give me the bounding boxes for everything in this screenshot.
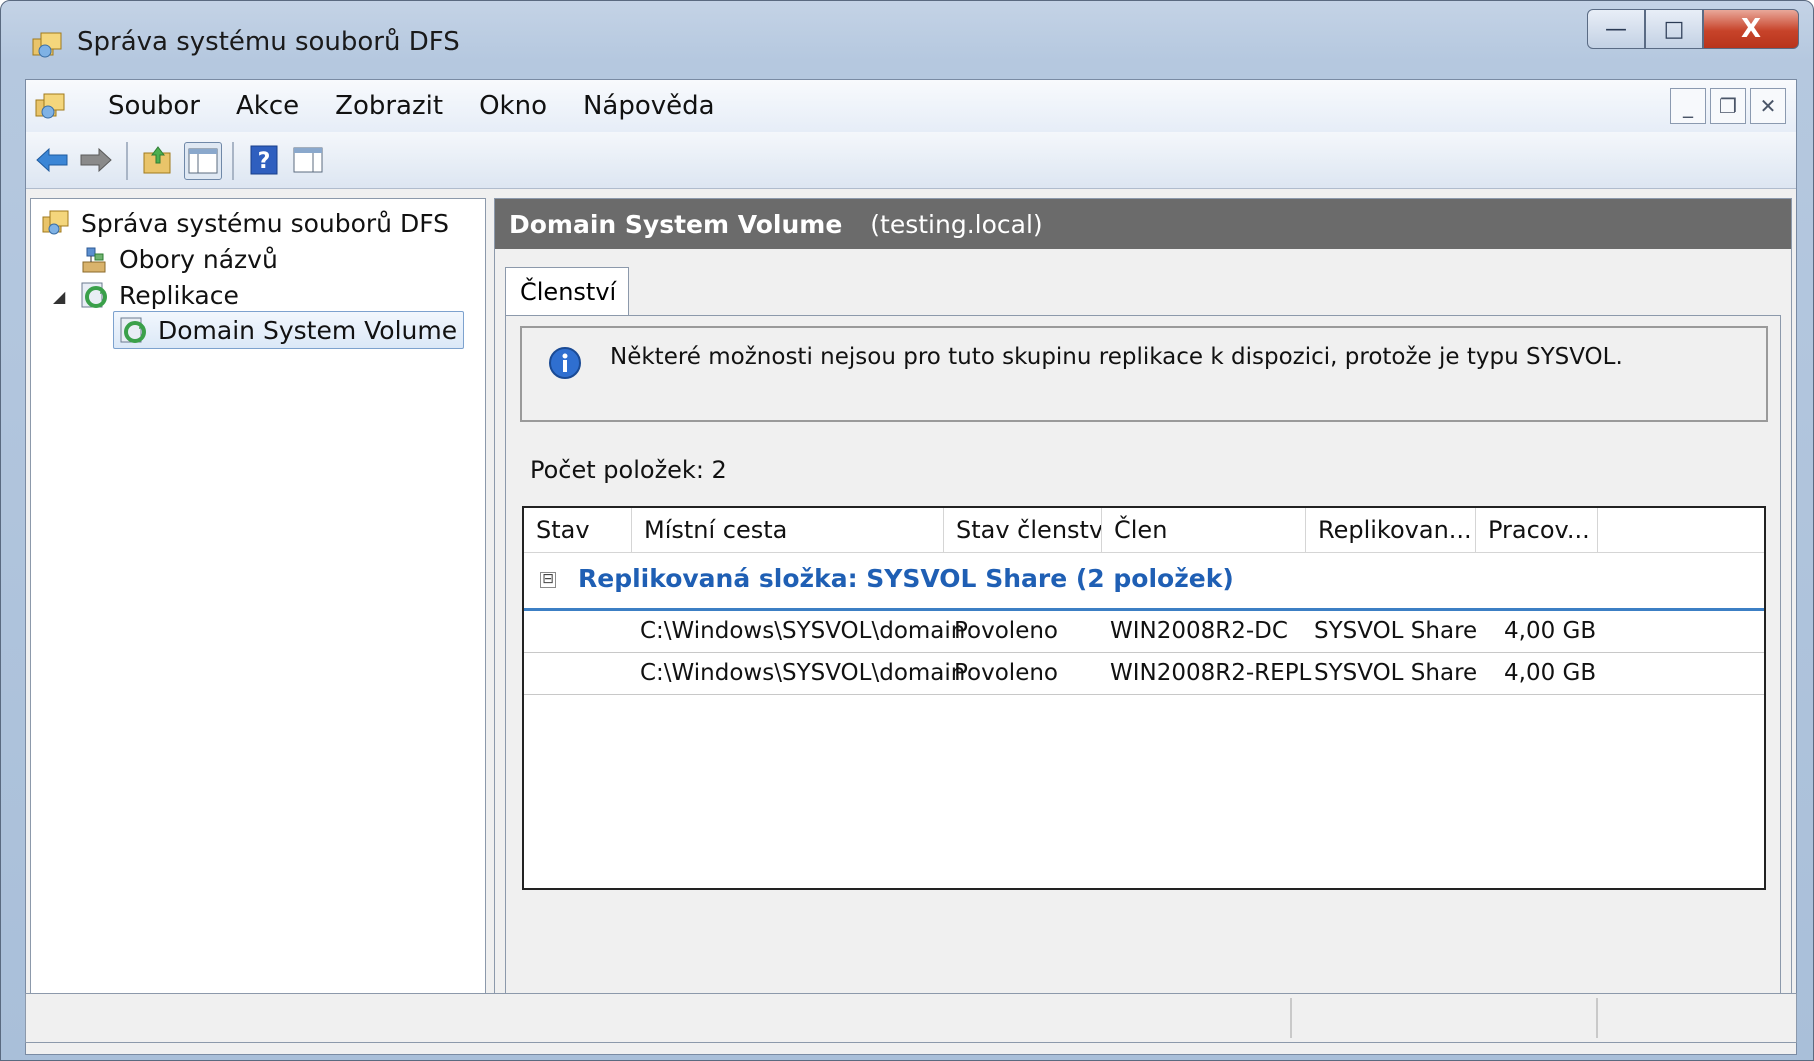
console-icon[interactable]: [34, 90, 66, 122]
membership-list: Stav Místní cesta Stav členství Člen Rep…: [522, 506, 1766, 890]
mdi-restore-button[interactable]: ❐: [1710, 88, 1746, 124]
table-row[interactable]: C:\Windows\SYSVOL\domain Povoleno WIN200…: [524, 610, 1764, 653]
dfs-app-icon: [32, 32, 62, 58]
collapse-arrow-icon[interactable]: ◢: [53, 287, 65, 306]
application-window: Správa systému souborů DFS — □ X Soubor …: [0, 0, 1814, 1061]
details-header: Domain System Volume (testing.local): [495, 199, 1791, 249]
svg-text:?: ?: [258, 149, 271, 174]
title-bar[interactable]: Správa systému souborů DFS — □ X: [1, 1, 1813, 83]
details-header-title: Domain System Volume: [509, 209, 843, 239]
window-title: Správa systému souborů DFS: [77, 27, 460, 57]
tree-item-selected-label: Domain System Volume: [158, 315, 458, 345]
cell-membership-status: Povoleno: [954, 618, 1058, 644]
info-message: Některé možnosti nejsou pro tuto skupinu…: [610, 344, 1623, 370]
maximize-icon: □: [1663, 16, 1685, 42]
menu-file[interactable]: Soubor: [90, 90, 218, 122]
tab-page-membership: Některé možnosti nejsou pro tuto skupinu…: [505, 315, 1781, 1023]
action-pane-icon: [293, 147, 323, 173]
tab-membership[interactable]: Členství: [505, 267, 629, 317]
menu-items: Soubor Akce Zobrazit Okno Nápověda: [90, 90, 733, 122]
dfs-management-icon: [42, 210, 69, 235]
maximize-button[interactable]: □: [1645, 9, 1703, 49]
caption-buttons: — □ X: [1587, 9, 1799, 53]
col-local-path[interactable]: Místní cesta: [632, 508, 944, 552]
mdi-buttons: _ ❐ ✕: [1666, 88, 1786, 124]
forward-button[interactable]: [78, 142, 114, 178]
namespaces-icon: [82, 247, 106, 273]
cell-staging: 4,00 GB: [1504, 618, 1597, 644]
cell-member: WIN2008R2-REPL: [1110, 660, 1312, 686]
status-separator: [1290, 998, 1292, 1038]
tree-item-domain-system-volume[interactable]: Domain System Volume: [113, 311, 465, 349]
item-count: Počet položek: 2: [530, 456, 727, 484]
details-pane: Domain System Volume (testing.local) Čle…: [494, 198, 1792, 1032]
menu-view[interactable]: Zobrazit: [317, 90, 461, 122]
forward-arrow-icon: [80, 147, 112, 173]
mdi-close-icon: ✕: [1759, 94, 1777, 118]
cell-replicated-folder: SYSVOL Share: [1314, 660, 1478, 686]
info-icon: [549, 347, 581, 379]
menu-action[interactable]: Akce: [218, 90, 317, 122]
cell-staging: 4,00 GB: [1504, 660, 1597, 686]
menu-bar: Soubor Akce Zobrazit Okno Nápověda _ ❐ ✕: [26, 80, 1796, 132]
group-header[interactable]: ⊟ Replikovaná složka: SYSVOL Share (2 po…: [524, 554, 1764, 611]
minimize-button[interactable]: —: [1587, 9, 1645, 49]
help-icon: ?: [250, 145, 278, 175]
replication-icon: [81, 282, 107, 308]
col-status[interactable]: Stav: [524, 508, 632, 552]
up-level-button[interactable]: [140, 142, 176, 178]
tree-item-namespaces-label: Obory názvů: [119, 244, 278, 274]
mdi-restore-icon: ❐: [1719, 94, 1737, 118]
cell-replicated-folder: SYSVOL Share: [1314, 618, 1478, 644]
tree-item-replication[interactable]: Replikace: [79, 277, 239, 313]
group-title: Replikovaná složka: SYSVOL Share (2 polo…: [578, 564, 1234, 593]
close-button[interactable]: X: [1703, 9, 1799, 49]
info-banner: Některé možnosti nejsou pro tuto skupinu…: [520, 326, 1768, 422]
back-arrow-icon: [36, 147, 68, 173]
mdi-minimize-button[interactable]: _: [1670, 88, 1706, 124]
cell-local-path: C:\Windows\SYSVOL\domain: [640, 618, 966, 644]
show-hide-tree-icon: [188, 148, 218, 174]
collapse-group-icon[interactable]: ⊟: [540, 572, 556, 588]
col-member[interactable]: Člen: [1102, 508, 1306, 552]
tree-item-namespaces[interactable]: Obory názvů: [79, 241, 278, 277]
mmc-frame: Soubor Akce Zobrazit Okno Nápověda _ ❐ ✕: [25, 79, 1797, 1055]
toolbar: ?: [26, 132, 1796, 189]
mdi-close-button[interactable]: ✕: [1750, 88, 1786, 124]
minimize-icon: —: [1605, 16, 1627, 42]
menu-window[interactable]: Okno: [461, 90, 565, 122]
col-replicated-folder[interactable]: Replikovan...: [1306, 508, 1476, 552]
table-row[interactable]: C:\Windows\SYSVOL\domain Povoleno WIN200…: [524, 652, 1764, 695]
tree-item-replication-label: Replikace: [119, 280, 239, 310]
toolbar-separator: [126, 142, 128, 180]
replication-group-icon: [120, 317, 146, 343]
show-hide-tree-button[interactable]: [184, 142, 222, 180]
close-icon: X: [1740, 14, 1762, 44]
help-button[interactable]: ?: [246, 142, 282, 178]
column-header: Stav Místní cesta Stav členství Člen Rep…: [524, 508, 1764, 553]
up-folder-icon: [143, 146, 171, 174]
col-staging[interactable]: Pracov...: [1476, 508, 1598, 552]
tree-item-root-label: Správa systému souborů DFS: [81, 208, 450, 238]
back-button[interactable]: [34, 142, 70, 178]
cell-member: WIN2008R2-DC: [1110, 618, 1288, 644]
action-pane-button[interactable]: [290, 142, 326, 178]
cell-membership-status: Povoleno: [954, 660, 1058, 686]
menu-help[interactable]: Nápověda: [565, 90, 733, 122]
tree-item-root[interactable]: Správa systému souborů DFS: [41, 205, 449, 241]
toolbar-separator-2: [232, 142, 234, 180]
col-membership-status[interactable]: Stav členství: [944, 508, 1102, 552]
status-separator: [1596, 998, 1598, 1038]
status-bar: [25, 993, 1797, 1043]
console-tree: Správa systému souborů DFS Obory názvů ◢…: [30, 198, 486, 1032]
mdi-minimize-icon: _: [1683, 94, 1693, 118]
details-header-domain: (testing.local): [870, 209, 1043, 239]
cell-local-path: C:\Windows\SYSVOL\domain: [640, 660, 966, 686]
